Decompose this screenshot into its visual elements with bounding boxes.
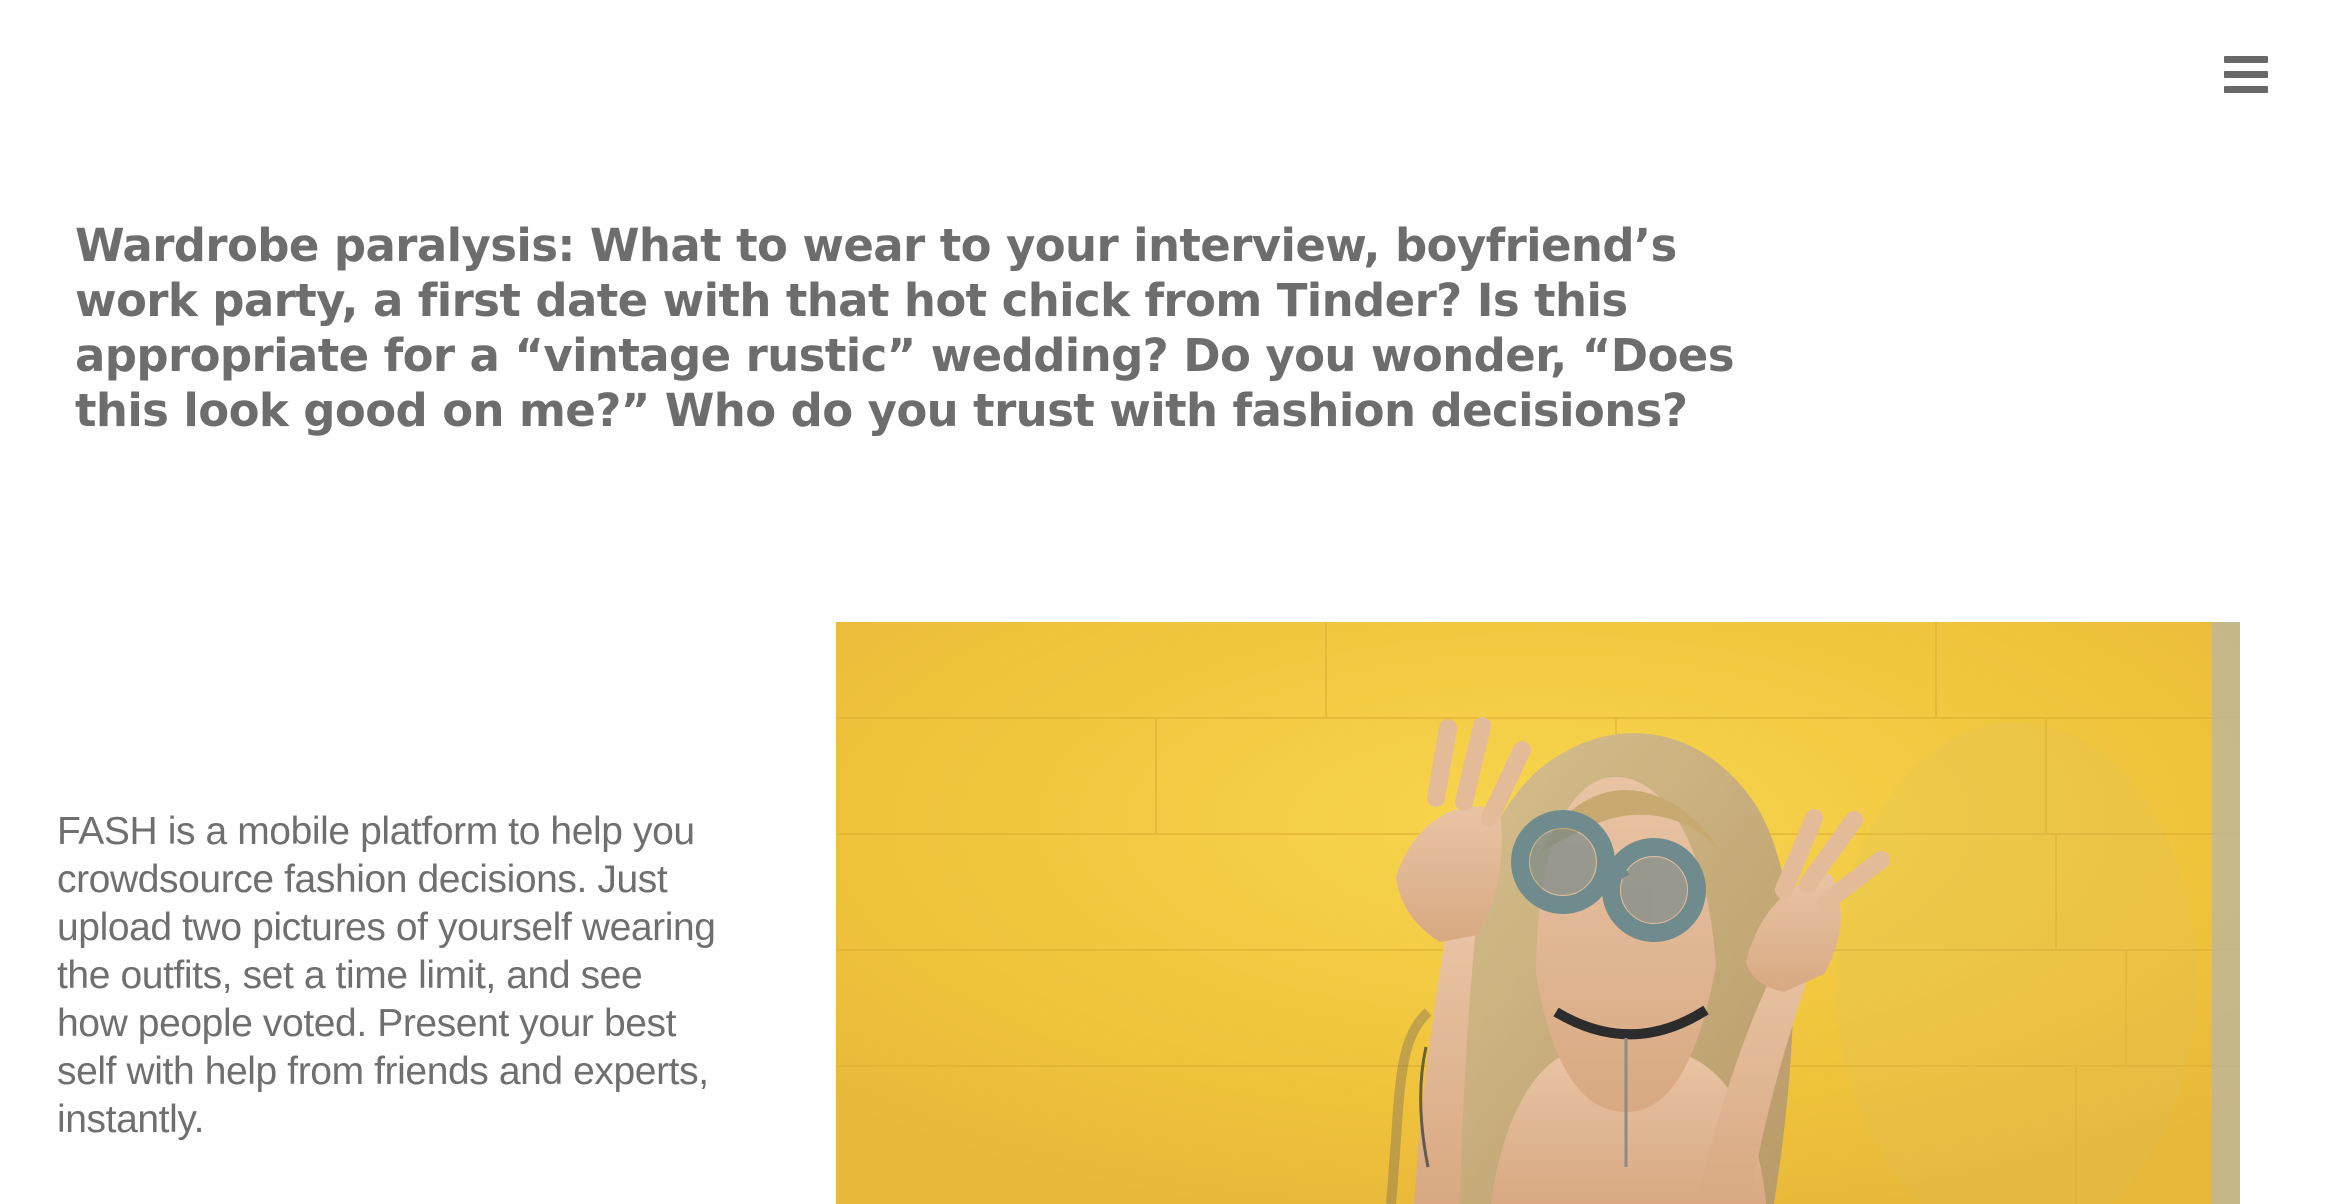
hero-headline: Wardrobe paralysis: What to wear to your… [75, 219, 1734, 437]
product-description: FASH is a mobile platform to help you cr… [57, 810, 716, 1141]
menu-bar [2224, 56, 2268, 63]
menu-bar [2224, 86, 2268, 93]
hero-photo-illustration [836, 622, 2240, 1204]
menu-bar [2224, 71, 2268, 78]
hero-photo [836, 622, 2240, 1204]
hamburger-menu-icon[interactable] [2224, 54, 2268, 94]
